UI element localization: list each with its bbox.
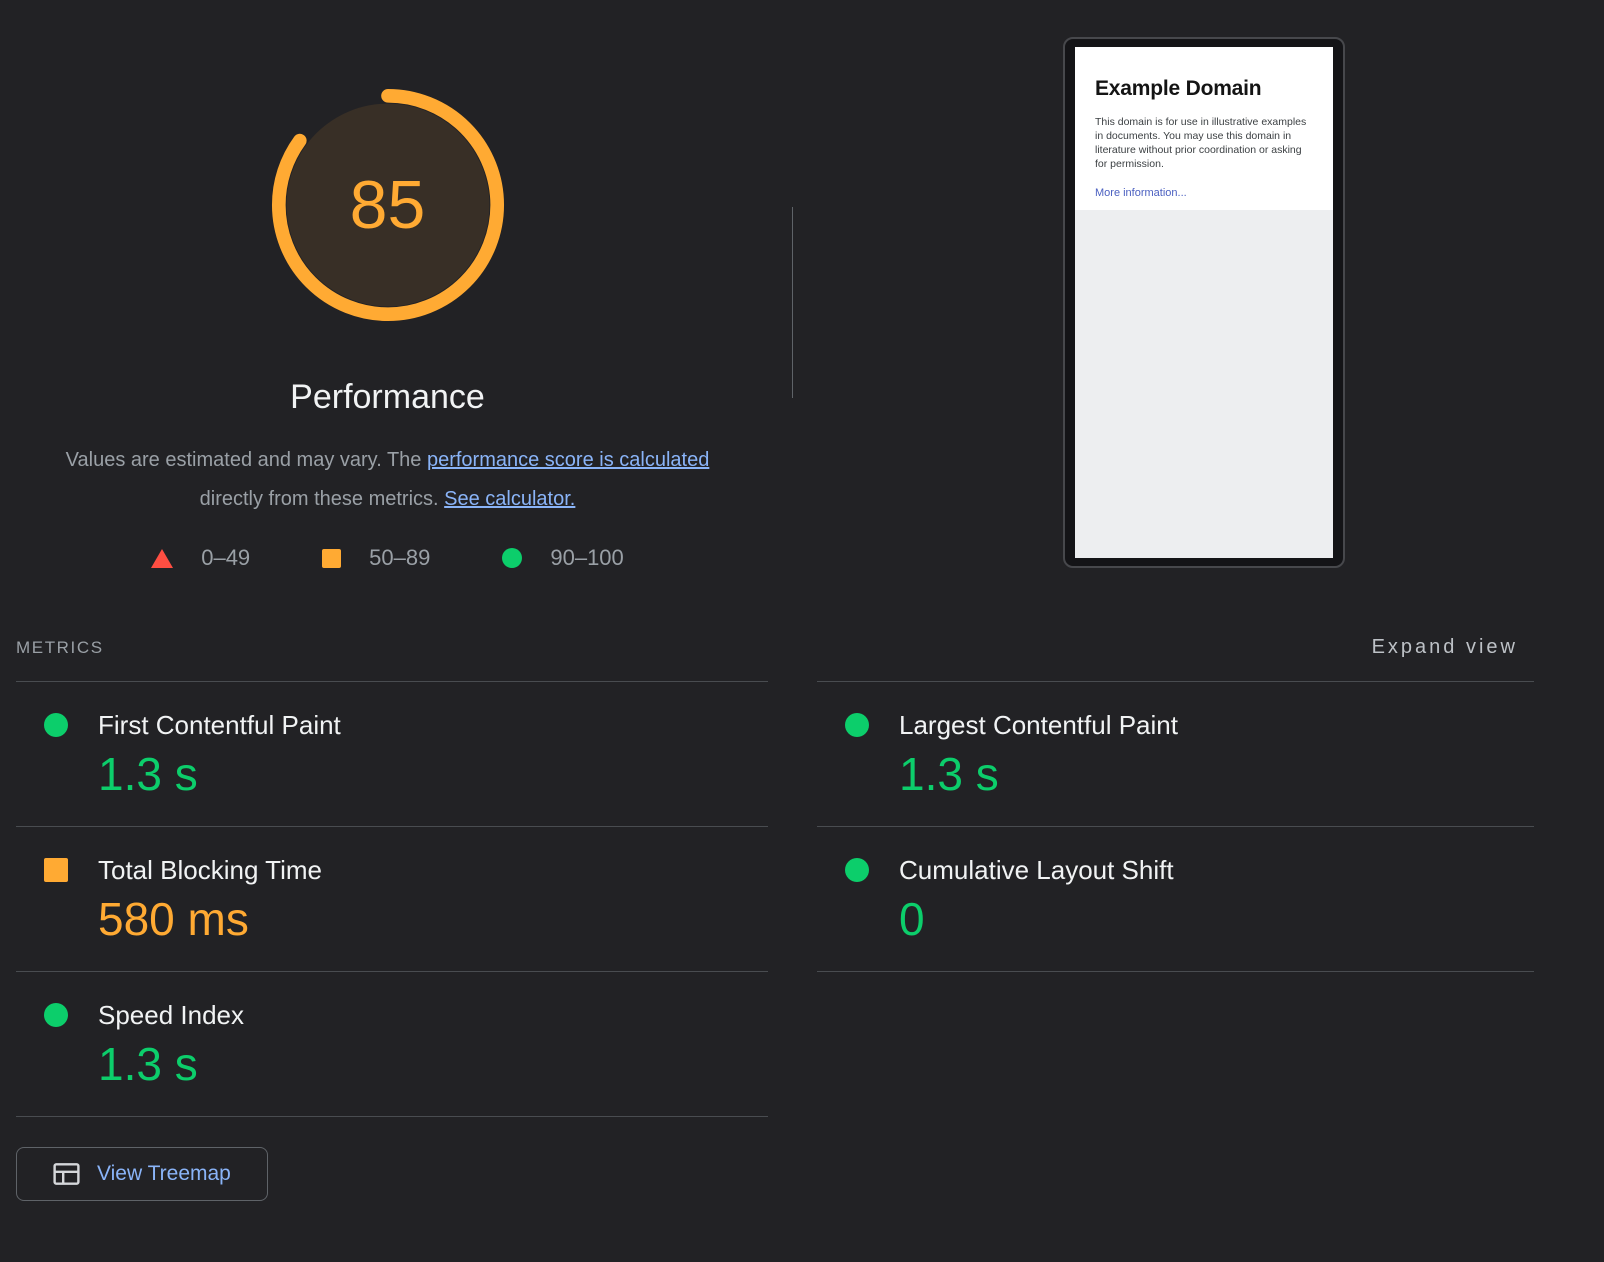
pass-circle-icon: [502, 548, 522, 568]
legend-label: 90–100: [550, 545, 623, 571]
score-disclaimer: Values are estimated and may vary. The p…: [63, 441, 713, 519]
metric-value: 580 ms: [98, 895, 768, 943]
metrics-header: METRICS Expand view: [16, 636, 1534, 659]
view-treemap-button[interactable]: View Treemap: [16, 1147, 268, 1201]
average-square-icon: [322, 549, 341, 568]
pass-circle-icon: [845, 858, 869, 882]
metric-value: 1.3 s: [98, 1040, 768, 1088]
fail-triangle-icon: [151, 549, 173, 568]
metric-name: Total Blocking Time: [98, 855, 322, 885]
screenshot-page-body: This domain is for use in illustrative e…: [1095, 115, 1309, 171]
legend-item-fail: 0–49: [151, 545, 250, 571]
pass-circle-icon: [44, 1003, 68, 1027]
page-screenshot-thumbnail: Example Domain This domain is for use in…: [1063, 37, 1345, 568]
performance-score-calculated-link[interactable]: performance score is calculated: [427, 449, 709, 471]
see-calculator-link[interactable]: See calculator.: [444, 488, 575, 510]
pass-circle-icon: [44, 713, 68, 737]
screenshot-page: Example Domain This domain is for use in…: [1075, 47, 1333, 558]
pass-circle-icon: [845, 713, 869, 737]
screenshot-page-link: More information...: [1095, 187, 1309, 199]
disclaimer-text: directly from these metrics.: [200, 488, 445, 510]
column-divider: [817, 971, 1534, 972]
legend-item-average: 50–89: [322, 545, 430, 571]
legend-label: 0–49: [201, 545, 250, 571]
treemap-button-row: View Treemap: [16, 1147, 768, 1201]
legend-item-pass: 90–100: [502, 545, 623, 571]
metric-total-blocking-time: Total Blocking Time 580 ms: [16, 826, 768, 971]
metrics-column-right: Largest Contentful Paint 1.3 s Cumulativ…: [817, 681, 1534, 972]
screenshot-content: Example Domain This domain is for use in…: [1075, 47, 1333, 210]
metric-value: 1.3 s: [98, 750, 768, 798]
metrics-grid: First Contentful Paint 1.3 s Total Block…: [16, 681, 1534, 1201]
performance-score: 85: [271, 88, 505, 322]
score-legend: 0–49 50–89 90–100: [115, 545, 660, 571]
metrics-section-title: METRICS: [16, 638, 104, 658]
metric-name: Largest Contentful Paint: [899, 710, 1178, 740]
metric-largest-contentful-paint: Largest Contentful Paint 1.3 s: [817, 681, 1534, 826]
metric-name: Cumulative Layout Shift: [899, 855, 1174, 885]
metric-first-contentful-paint: First Contentful Paint 1.3 s: [16, 681, 768, 826]
performance-gauge[interactable]: 85: [271, 88, 505, 322]
lighthouse-performance-report: 85 Performance Values are estimated and …: [0, 0, 1604, 1262]
metric-speed-index: Speed Index 1.3 s: [16, 971, 768, 1116]
legend-label: 50–89: [369, 545, 430, 571]
view-treemap-label: View Treemap: [97, 1162, 231, 1186]
average-square-icon: [44, 858, 68, 882]
metric-cumulative-layout-shift: Cumulative Layout Shift 0: [817, 826, 1534, 971]
metrics-column-left: First Contentful Paint 1.3 s Total Block…: [16, 681, 768, 1201]
treemap-icon: [53, 1163, 80, 1185]
score-summary: 85 Performance Values are estimated and …: [0, 0, 775, 571]
disclaimer-text: Values are estimated and may vary. The: [66, 449, 427, 471]
category-title: Performance: [290, 378, 485, 417]
column-divider: [16, 1116, 768, 1117]
metric-name: First Contentful Paint: [98, 710, 341, 740]
metric-name: Speed Index: [98, 1000, 244, 1030]
screenshot-page-title: Example Domain: [1095, 77, 1309, 101]
metrics-section: METRICS Expand view First Contentful Pai…: [16, 636, 1534, 1201]
section-divider: [792, 207, 793, 398]
metric-value: 0: [899, 895, 1534, 943]
metric-value: 1.3 s: [899, 750, 1534, 798]
expand-view-button[interactable]: Expand view: [1372, 636, 1518, 659]
